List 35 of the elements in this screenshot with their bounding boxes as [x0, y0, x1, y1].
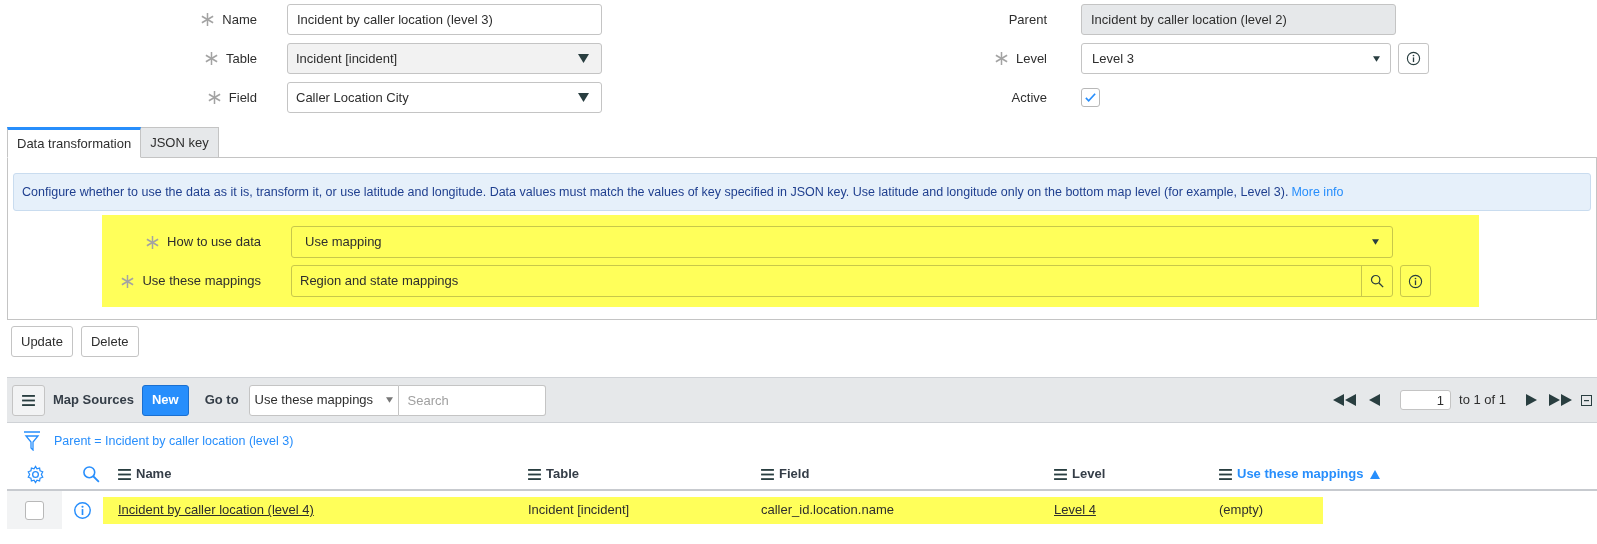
action-button[interactable]: Delete — [80, 326, 139, 357]
field-label: Active — [1011, 88, 1047, 107]
goto-label: Go to — [204, 391, 239, 410]
field-label: Field — [228, 88, 257, 107]
tab[interactable]: Data transformation — [7, 127, 142, 158]
table-cell: caller_id.location.name — [761, 502, 894, 518]
column-header[interactable]: Name — [136, 464, 172, 484]
select-field[interactable]: Caller Location City — [287, 82, 602, 113]
list-title: Map Sources — [53, 391, 134, 410]
column-header[interactable]: Field — [779, 464, 810, 484]
table-cell: (empty) — [1219, 502, 1264, 518]
field-label: Table — [225, 49, 257, 68]
field-label: Name — [222, 10, 257, 29]
reference-field[interactable]: Region and state mappings — [291, 265, 1393, 297]
field-label: Level — [1015, 49, 1047, 68]
text-field[interactable]: Incident by caller location (level 3) — [287, 4, 602, 35]
search-field[interactable]: Search — [398, 384, 546, 416]
table-cell: Incident [incident] — [528, 502, 630, 518]
select-field[interactable]: Incident [incident] — [287, 43, 602, 74]
page-range: to 1 of 1 — [1459, 391, 1506, 410]
goto-select[interactable]: Use these mappings — [248, 384, 399, 416]
select-field[interactable]: Use mapping — [291, 226, 1393, 258]
action-button[interactable]: Update — [11, 326, 73, 357]
text-field[interactable]: Incident by caller location (level 2) — [1081, 4, 1396, 35]
field-label: How to use data — [167, 233, 261, 252]
field-label: Use these mappings — [142, 272, 261, 291]
select-field[interactable]: Level 3 — [1081, 43, 1391, 74]
column-header[interactable]: Level — [1072, 464, 1106, 484]
record-link[interactable]: Level 4 — [1054, 502, 1096, 518]
field-label: Parent — [1008, 10, 1047, 29]
record-link[interactable]: Incident by caller location (level 4) — [118, 502, 314, 518]
tab[interactable]: JSON key — [140, 127, 219, 158]
page-field[interactable]: 1 — [1400, 390, 1451, 410]
info-message: Configure whether to use the data as it is, transform it, or use latitude and longitude. Data values must match the values of key specified in JSON key. Use latitude and longitude only on the bottom map level (for example, Level 3). More info — [13, 173, 1591, 211]
column-header[interactable]: Table — [546, 464, 579, 484]
